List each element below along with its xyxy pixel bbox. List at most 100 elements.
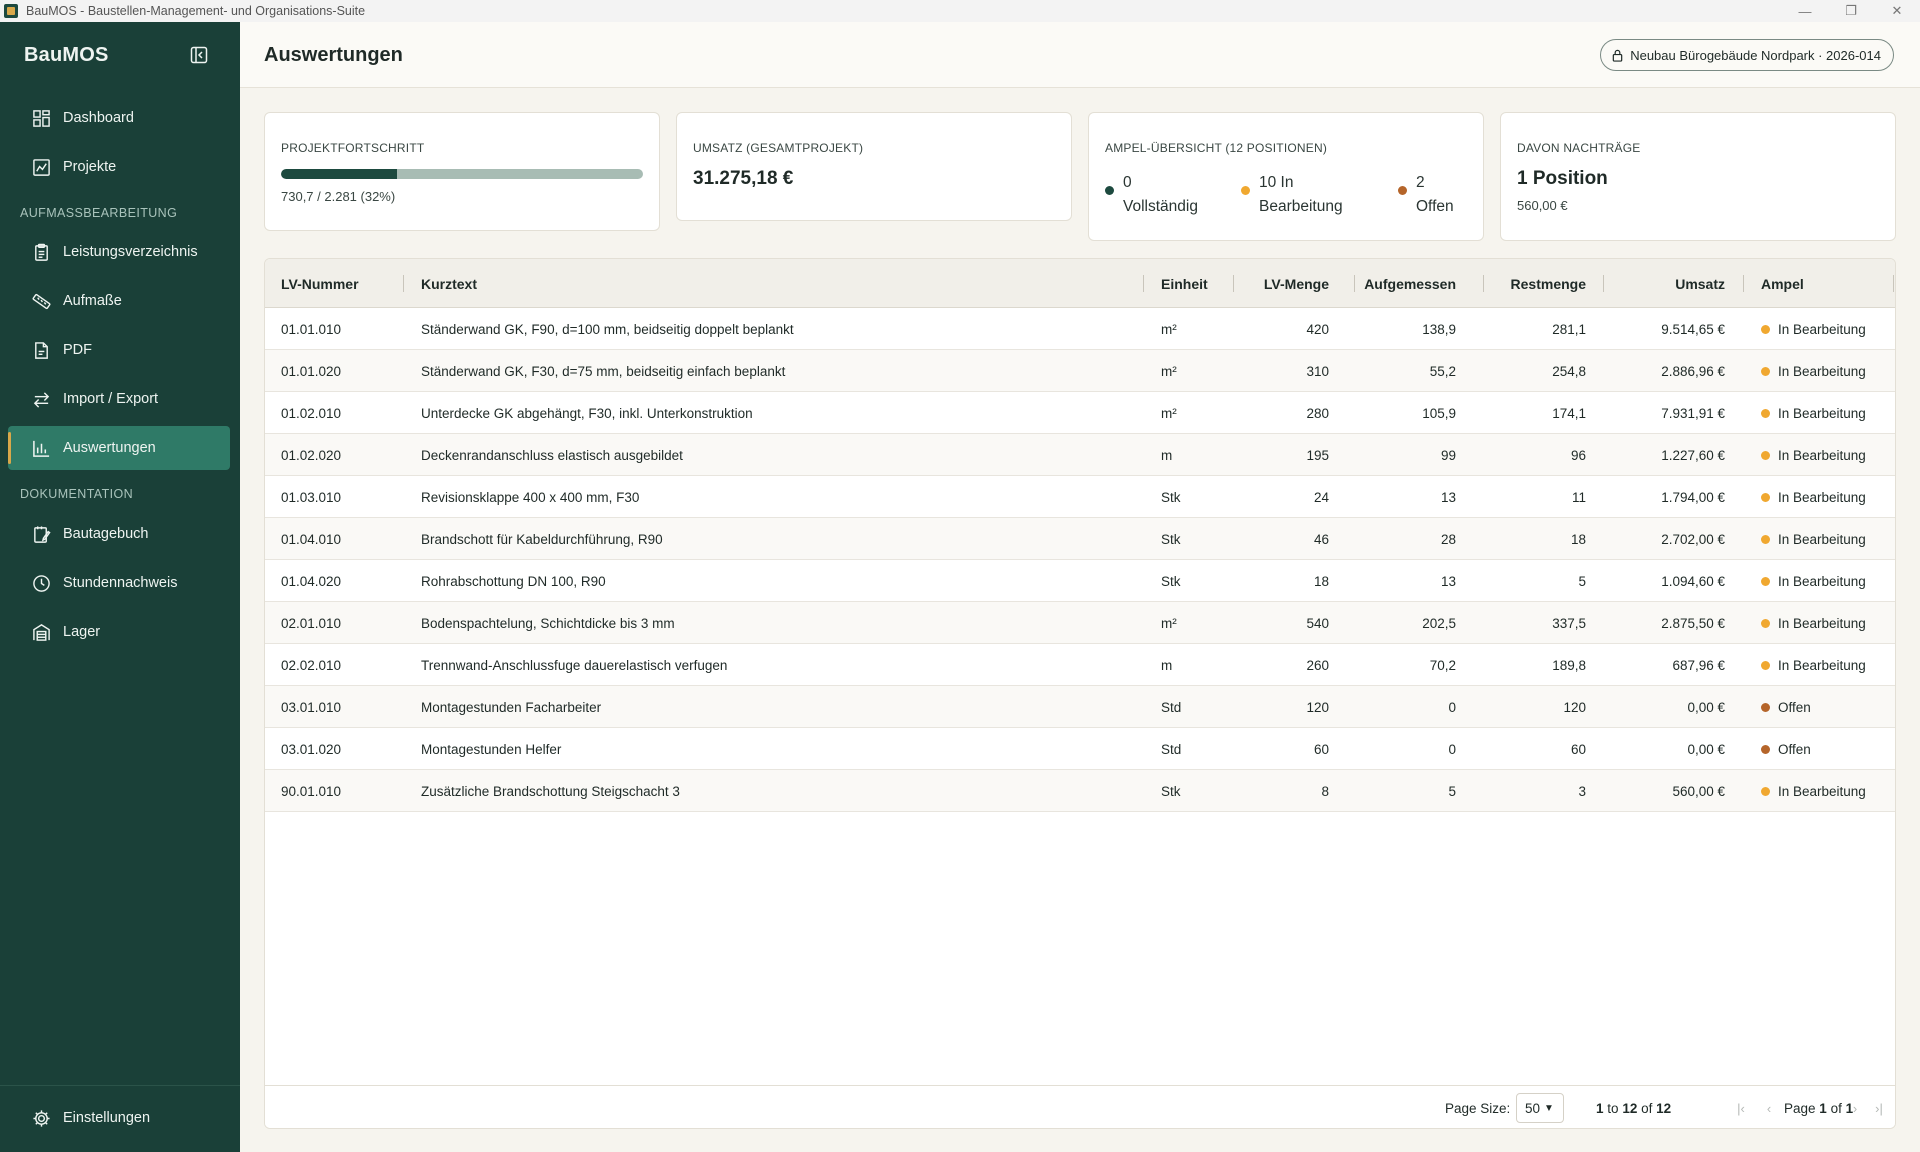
col-header-lv-menge[interactable]: LV-Menge <box>1245 259 1329 308</box>
cell-ampel: In Bearbeitung <box>1761 602 1891 644</box>
table-header: LV-Nummer Kurztext Einheit LV-Menge Aufg… <box>265 259 1895 308</box>
cell-ampel: In Bearbeitung <box>1761 350 1891 392</box>
col-resize-handle[interactable] <box>1483 275 1484 292</box>
next-page-icon[interactable]: › <box>1845 1098 1865 1118</box>
project-selector[interactable]: Neubau Bürogebäude Nordpark · 2026-014 <box>1600 39 1894 71</box>
nav-pdf[interactable]: PDF <box>8 328 230 372</box>
page-size-select[interactable]: 50 ▼ <box>1516 1093 1564 1123</box>
nav-stundennachweis[interactable]: Stundennachweis <box>8 561 230 605</box>
status-label: In Bearbeitung <box>1778 657 1866 673</box>
cell-text: Montagestunden Facharbeiter <box>421 699 602 715</box>
col-header-lv-nummer[interactable]: LV-Nummer <box>281 259 391 308</box>
project-name: Neubau Bürogebäude Nordpark · 2026-014 <box>1630 47 1881 63</box>
cell-lv: 420 <box>1306 321 1329 337</box>
page-header: Auswertungen Neubau Bürogebäude Nordpark… <box>240 22 1920 88</box>
col-resize-handle[interactable] <box>1354 275 1355 292</box>
progress-bar-fill <box>281 169 397 179</box>
cell-text: Trennwand-Anschlussfuge dauerelastisch v… <box>421 657 728 673</box>
clipboard-icon <box>35 243 48 261</box>
col-resize-handle[interactable] <box>1893 275 1894 292</box>
table-row[interactable]: 01.04.010 Brandschott für Kabeldurchführu… <box>265 518 1895 560</box>
section-aufmassbearbeitung: AUFMASSBEARBEITUNG <box>20 206 178 220</box>
col-header-ampel[interactable]: Ampel <box>1761 259 1881 308</box>
cell-lv: 540 <box>1306 615 1329 631</box>
col-header-kurztext[interactable]: Kurztext <box>421 259 981 308</box>
status-label: In Bearbeitung <box>1778 489 1866 505</box>
col-header-einheit[interactable]: Einheit <box>1161 259 1231 308</box>
card-projektfortschritt-label: PROJEKTFORTSCHRITT <box>281 141 425 155</box>
nav-lager[interactable]: Lager <box>8 610 230 654</box>
brand-logo: BauMOS <box>24 44 109 66</box>
cell-rest: 174,1 <box>1552 405 1586 421</box>
cell-nr: 01.04.020 <box>281 573 342 589</box>
col-resize-handle[interactable] <box>1603 275 1604 292</box>
nav-import-export-label: Import / Export <box>63 391 159 407</box>
cell-text: Montagestunden Helfer <box>421 741 562 757</box>
cell-auf: 202,5 <box>1422 615 1456 631</box>
cell-umsatz: 1.794,00 € <box>1661 489 1725 505</box>
cell-umsatz: 687,96 € <box>1672 657 1725 673</box>
row-range-to-word: to <box>1607 1101 1619 1116</box>
table-row[interactable]: 02.01.010 Bodenspachtelung, Schichtdicke … <box>265 602 1895 644</box>
nav-dashboard-label: Dashboard <box>63 110 134 126</box>
table-row[interactable]: 01.03.010 Revisionsklappe 400 x 400 mm, F… <box>265 476 1895 518</box>
nav-einstellungen[interactable]: Einstellungen <box>8 1096 230 1140</box>
ampel-vollstaendig: 0 Vollständig <box>1105 171 1198 219</box>
ampel-in-bearbeitung-count: 10 In <box>1259 174 1294 191</box>
col-resize-handle[interactable] <box>1743 275 1744 292</box>
col-resize-handle[interactable] <box>1143 275 1144 292</box>
last-page-icon[interactable]: ›| <box>1869 1098 1889 1118</box>
cell-umsatz: 1.094,60 € <box>1661 573 1725 589</box>
table-row[interactable]: 03.01.010 Montagestunden Facharbeiter Std 1… <box>265 686 1895 728</box>
table-row[interactable]: 03.01.020 Montagestunden Helfer Std 60 0 60 0,… <box>265 728 1895 770</box>
col-header-aufgemessen[interactable]: Aufgemessen <box>1364 259 1456 308</box>
cell-rest: 18 <box>1570 531 1586 547</box>
table-row[interactable]: 90.01.010 Zusätzliche Brandschottung Stei… <box>265 770 1895 812</box>
table-row[interactable]: 01.01.020 Ständerwand GK, F30, d=75 mm, b… <box>265 350 1895 392</box>
table-row[interactable]: 01.02.020 Deckenrandanschluss elastisch a… <box>265 434 1895 476</box>
cell-lv: 120 <box>1306 699 1329 715</box>
table-row[interactable]: 01.02.010 Unterdecke GK abgehängt, F30, i… <box>265 392 1895 434</box>
cell-auf: 105,9 <box>1422 405 1456 421</box>
cell-ampel: In Bearbeitung <box>1761 392 1891 434</box>
nav-aufmasse-label: Aufmaße <box>63 293 122 309</box>
nav-bautagebuch[interactable]: Bautagebuch <box>8 512 230 556</box>
cell-unit: Stk <box>1161 489 1181 505</box>
minimize-icon[interactable]: — <box>1782 0 1828 22</box>
cell-lv: 46 <box>1313 531 1329 547</box>
cell-text: Ständerwand GK, F90, d=100 mm, beidseiti… <box>421 321 794 337</box>
nav-aufmasse[interactable]: Aufmaße <box>8 279 230 323</box>
file-pdf-icon <box>35 341 48 359</box>
col-resize-handle[interactable] <box>1233 275 1234 292</box>
table-row[interactable]: 01.01.010 Ständerwand GK, F90, d=100 mm, … <box>265 308 1895 350</box>
nav-leistungsverzeichnis[interactable]: Leistungsverzeichnis <box>8 230 230 274</box>
table-row[interactable]: 02.02.010 Trennwand-Anschlussfuge dauerel… <box>265 644 1895 686</box>
ampel-offen-count: 2 <box>1416 174 1425 191</box>
cell-lv: 8 <box>1321 783 1329 799</box>
nav-import-export[interactable]: Import / Export <box>8 377 230 421</box>
first-page-icon[interactable]: |‹ <box>1731 1098 1751 1118</box>
card-projektfortschritt: PROJEKTFORTSCHRITT 730,7 / 2.281 (32%) <box>264 112 660 231</box>
row-range-from: 1 <box>1596 1101 1604 1116</box>
col-header-umsatz[interactable]: Umsatz <box>1615 259 1725 308</box>
cell-rest: 281,1 <box>1552 321 1586 337</box>
cell-rest: 337,5 <box>1552 615 1586 631</box>
cell-nr: 01.04.010 <box>281 531 342 547</box>
status-label: In Bearbeitung <box>1778 363 1866 379</box>
nav-projekte[interactable]: Projekte <box>8 145 230 189</box>
table-row[interactable]: 01.04.020 Rohrabschottung DN 100, R90 Stk 1… <box>265 560 1895 602</box>
cell-ampel: In Bearbeitung <box>1761 476 1891 518</box>
prev-page-icon[interactable]: ‹ <box>1759 1098 1779 1118</box>
arrows-exchange-icon <box>33 391 50 408</box>
chevron-down-icon: ▼ <box>1544 1102 1554 1114</box>
card-umsatz: UMSATZ (GESAMTPROJEKT) 31.275,18 € <box>676 112 1072 221</box>
sidebar-collapse-icon[interactable] <box>190 46 208 64</box>
nav-dashboard[interactable]: Dashboard <box>8 96 230 140</box>
nav-auswertungen[interactable]: Auswertungen <box>8 426 230 470</box>
close-icon[interactable]: ✕ <box>1874 0 1920 22</box>
restore-icon[interactable]: ❐ <box>1828 0 1874 22</box>
cell-nr: 01.03.010 <box>281 489 342 505</box>
col-header-restmenge[interactable]: Restmenge <box>1495 259 1586 308</box>
cell-text: Revisionsklappe 400 x 400 mm, F30 <box>421 489 640 505</box>
col-resize-handle[interactable] <box>403 275 404 292</box>
